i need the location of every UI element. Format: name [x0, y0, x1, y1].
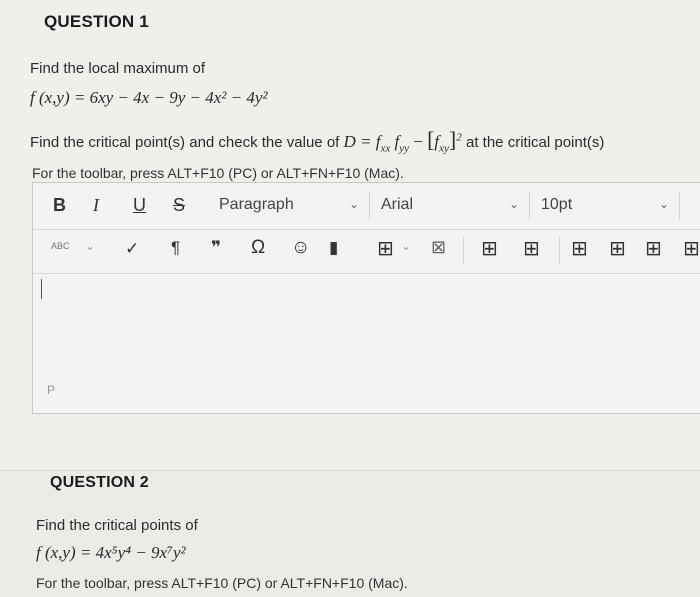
- question-2-function: f (x,y) = 4x⁵y⁴ − 9x⁷y²: [36, 543, 186, 562]
- question-1-function: f (x,y) = 6xy − 4x − 9y − 4x² − 4y²: [30, 88, 267, 108]
- font-size-value: 10pt: [541, 196, 573, 213]
- toolbar-divider: [559, 237, 560, 265]
- omega-icon[interactable]: Ω: [251, 237, 265, 259]
- function-lhs: f (x,y): [30, 88, 70, 107]
- table-split-icon[interactable]: ⊞: [645, 236, 662, 261]
- chevron-down-icon[interactable]: ⌄: [85, 239, 95, 253]
- question-1-title: QUESTION 1: [44, 12, 149, 31]
- editor-toolbar-row-2: ABC ⌄ ✓ ¶ ❞ Ω ☺ ▮ ⊞ ⌄ ⊠ ⊞ ⊞ ⊞ ⊞ ⊞ ⊞: [33, 229, 700, 274]
- font-size-select[interactable]: 10pt ⌄: [531, 192, 680, 220]
- checkmark-icon[interactable]: ✓: [125, 239, 139, 259]
- font-family-select[interactable]: Arial ⌄: [371, 192, 530, 220]
- critical-text: Find the critical point(s) and check the…: [30, 134, 340, 151]
- paragraph-mark-icon[interactable]: ¶: [171, 238, 180, 258]
- chevron-down-icon: ⌄: [508, 197, 519, 211]
- sub-xy: xy: [439, 142, 449, 155]
- chevron-down-icon: ⌄: [348, 197, 359, 211]
- bold-button[interactable]: B: [53, 195, 66, 216]
- square-exponent: 2: [456, 131, 462, 144]
- emoji-icon[interactable]: ☺: [291, 237, 310, 259]
- bookmark-icon[interactable]: ▮: [329, 238, 338, 258]
- question-2-toolbar-hint: For the toolbar, press ALT+F10 (PC) or A…: [36, 575, 408, 591]
- critical-suffix: at the critical point(s): [466, 134, 605, 151]
- editor-toolbar-row-1: B I U S Paragraph ⌄ Arial ⌄ 10pt ⌄ ⋮: [33, 183, 700, 230]
- table-delete-icon[interactable]: ⊞: [683, 236, 700, 261]
- function-rhs: = 6xy − 4x − 9y − 4x² − 4y²: [73, 88, 268, 107]
- minus-sign: −: [413, 132, 423, 151]
- rich-text-editor: B I U S Paragraph ⌄ Arial ⌄ 10pt ⌄ ⋮ ABC…: [32, 182, 700, 414]
- table-column-icon[interactable]: ⊞: [571, 236, 588, 261]
- chevron-down-icon: ⌄: [658, 197, 669, 211]
- sub-xx: xx: [380, 142, 391, 155]
- table-merge-icon[interactable]: ⊞: [609, 236, 626, 261]
- strikethrough-button[interactable]: S: [173, 195, 185, 216]
- chevron-down-icon[interactable]: ⌄: [401, 239, 411, 253]
- clear-format-icon[interactable]: ⊠: [431, 237, 446, 258]
- paragraph-format-value: Paragraph: [219, 196, 294, 213]
- question-1-critical-line: Find the critical point(s) and check the…: [30, 127, 604, 154]
- underline-button[interactable]: U: [133, 195, 146, 216]
- discriminant-formula: D = fxx fyy − [fxy]2: [343, 127, 467, 155]
- table-row-icon[interactable]: ⊞: [523, 236, 540, 261]
- status-path: P: [47, 383, 56, 397]
- sub-yy: yy: [399, 142, 409, 155]
- italic-button[interactable]: I: [93, 195, 99, 216]
- editor-body[interactable]: [33, 274, 700, 379]
- spellcheck-icon[interactable]: ABC: [51, 241, 70, 251]
- toolbar-divider: [463, 237, 464, 265]
- question-2-title: QUESTION 2: [50, 474, 149, 491]
- question-2-panel: QUESTION 2 Find the critical points of f…: [0, 470, 700, 597]
- question-1-toolbar-hint: For the toolbar, press ALT+F10 (PC) or A…: [32, 165, 404, 181]
- question-1-panel: QUESTION 1 Find the local maximum of f (…: [0, 0, 700, 470]
- table-insert-icon[interactable]: ⊞: [481, 236, 498, 261]
- quote-icon[interactable]: ❞: [211, 238, 221, 258]
- more-icon[interactable]: ⋮: [693, 195, 700, 215]
- paragraph-format-select[interactable]: Paragraph ⌄: [209, 192, 370, 220]
- question-1-prompt: Find the local maximum of: [30, 60, 206, 77]
- question-2-prompt: Find the critical points of: [36, 517, 198, 534]
- table-icon[interactable]: ⊞: [377, 236, 394, 261]
- discriminant-lhs: D = f: [343, 132, 381, 151]
- font-family-value: Arial: [381, 196, 414, 213]
